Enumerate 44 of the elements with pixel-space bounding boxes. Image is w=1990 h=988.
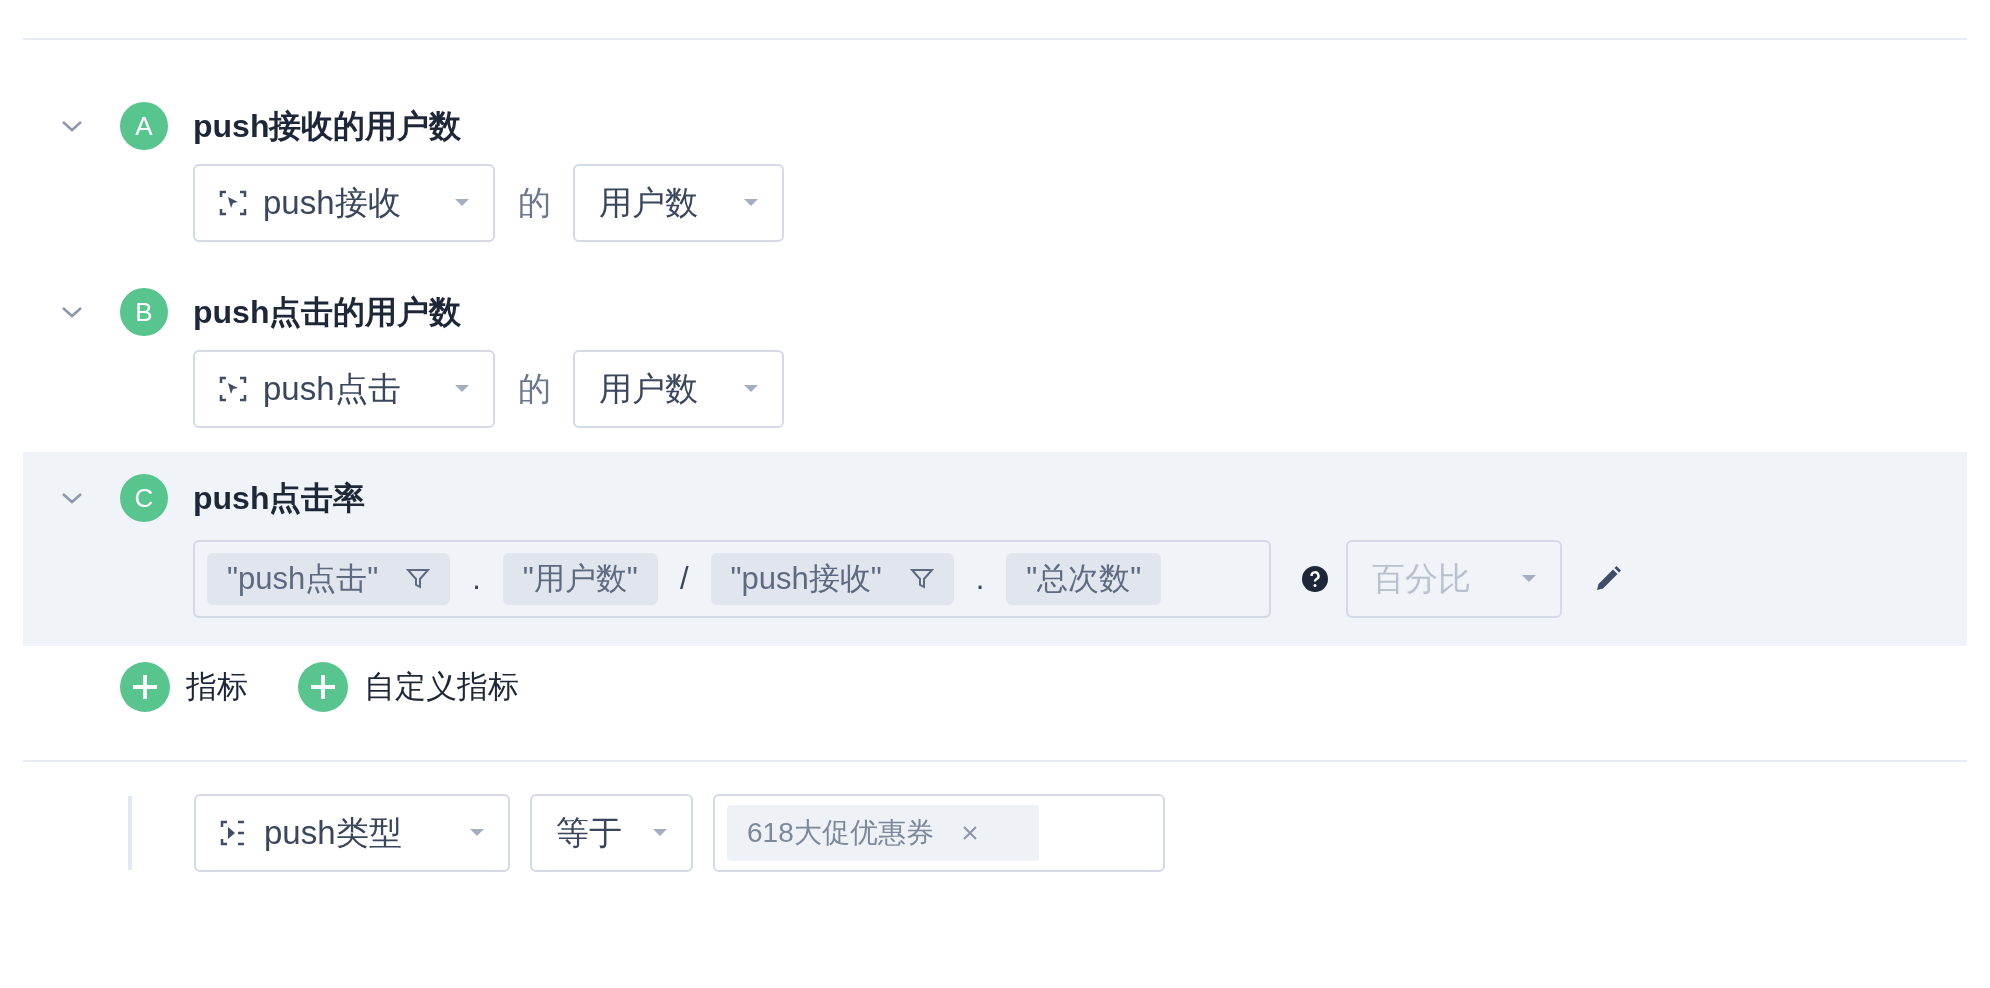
formula-token[interactable]: "push接收" [710, 553, 954, 605]
caret-icon [744, 199, 758, 207]
formula-operator: . [471, 559, 482, 598]
dropdown-select[interactable]: 等于 [530, 794, 693, 872]
formula-field[interactable]: "push点击" . "用户数" / "push接收" . "总次数" [193, 540, 1271, 618]
caret-icon [455, 199, 469, 207]
caret-icon [744, 385, 758, 393]
chevron-icon[interactable] [60, 305, 83, 319]
filter-icon[interactable] [406, 567, 431, 591]
plus-icon [298, 662, 348, 712]
dropdown-select[interactable]: push接收 [193, 164, 495, 242]
add-metric-button[interactable]: 指标 [120, 662, 248, 712]
event-icon [219, 190, 247, 216]
dropdown-select[interactable]: 用户数 [573, 164, 784, 242]
plus-icon [120, 662, 170, 712]
connector-text: 的 [516, 183, 552, 224]
chevron-icon[interactable] [60, 119, 83, 133]
dropdown-select[interactable]: 用户数 [573, 350, 784, 428]
caret-icon [653, 829, 667, 837]
chevron-icon[interactable] [60, 491, 83, 505]
formula-token[interactable]: "push点击" [207, 553, 451, 605]
metric-letter-badge: A [120, 102, 168, 150]
help-icon[interactable] [1301, 565, 1329, 593]
metric-letter-badge: B [120, 288, 168, 336]
filter-icon[interactable] [909, 567, 934, 591]
metric-title: push点击率 [193, 479, 366, 518]
formula-token[interactable]: "总次数" [1006, 553, 1162, 605]
connector-text: 的 [516, 369, 552, 410]
edit-pencil-icon[interactable] [1594, 565, 1622, 593]
add-metric-button[interactable]: 自定义指标 [298, 662, 519, 712]
dropdown-select[interactable]: push类型 [194, 794, 510, 872]
caret-icon [1522, 575, 1536, 583]
formula-operator: . [974, 559, 986, 598]
dropdown-select[interactable]: push点击 [193, 350, 495, 428]
metric-letter-badge: C [120, 474, 168, 522]
value-tag: 618大促优惠券 [727, 805, 1039, 861]
caret-icon [455, 385, 469, 393]
formula-token[interactable]: "用户数" [502, 553, 658, 605]
formula-operator: / [678, 559, 690, 598]
metric-title: push点击的用户数 [193, 293, 462, 332]
metric-title: push接收的用户数 [193, 107, 462, 146]
caret-icon [470, 829, 484, 837]
event-icon [219, 376, 247, 402]
close-icon[interactable] [961, 825, 978, 841]
